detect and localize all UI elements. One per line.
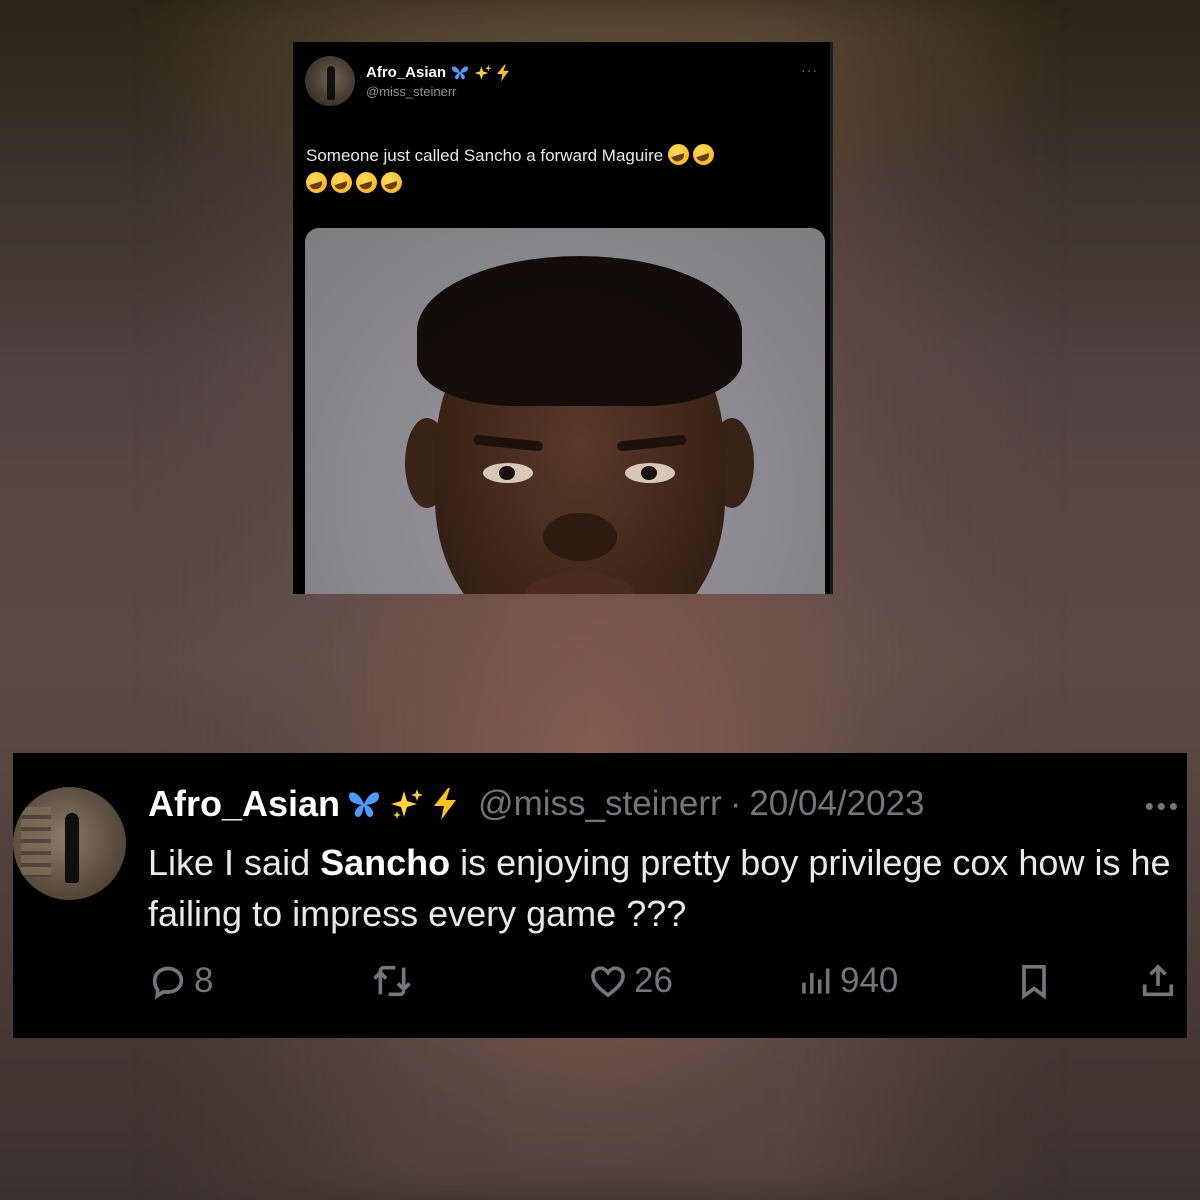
- heart-icon: [591, 966, 625, 998]
- like-button[interactable]: 26: [588, 961, 673, 1001]
- share-icon: [1142, 964, 1174, 997]
- rolling-laughing-face-icon: [356, 172, 377, 193]
- butterfly-icon: [452, 66, 469, 80]
- author-handle[interactable]: @miss_steinerr: [478, 784, 722, 824]
- author-badges: [346, 787, 458, 821]
- tweet-text: Like I said Sancho is enjoying pretty bo…: [148, 837, 1178, 939]
- bookmark-icon: [1022, 965, 1046, 1000]
- tweet-text-body: Someone just called Sancho a forward Mag…: [306, 146, 664, 165]
- repost-button[interactable]: [370, 961, 420, 1001]
- tweet-text-bold: Sancho: [320, 842, 451, 883]
- rolling-laughing-face-icon: [381, 172, 402, 193]
- author-name[interactable]: Afro_Asian: [148, 783, 340, 825]
- author-handle[interactable]: @miss_steinerr: [366, 84, 510, 99]
- tweet-text: Someone just called Sancho a forward Mag…: [306, 142, 806, 198]
- reply-count: 8: [194, 961, 214, 1000]
- rolling-laughing-face-icon: [331, 172, 352, 193]
- bottom-tweet-card[interactable]: Afro_Asian @miss_steinerr · 20/04/2023 •…: [13, 753, 1187, 1038]
- photo-vignette: [305, 228, 825, 594]
- views-button[interactable]: 940: [796, 961, 898, 1001]
- emoji-group-line2: [306, 172, 406, 193]
- bolt-icon: [497, 64, 509, 81]
- tweet-photo[interactable]: [305, 228, 825, 594]
- rolling-laughing-face-icon: [306, 172, 327, 193]
- views-chart-icon: [802, 968, 830, 994]
- reply-icon: [152, 966, 184, 1000]
- like-count: 26: [634, 961, 673, 1000]
- sparkles-icon: [474, 64, 492, 80]
- butterfly-icon: [348, 792, 380, 817]
- sparkles-icon: [391, 789, 424, 819]
- bolt-icon: [434, 788, 457, 820]
- avatar[interactable]: [13, 787, 126, 900]
- rolling-laughing-face-icon: [667, 144, 689, 165]
- repost-icon: [373, 965, 411, 997]
- top-tweet-card[interactable]: Afro_Asian @miss_steinerr ··· Someone ju…: [293, 42, 833, 594]
- tweet-header: Afro_Asian @miss_steinerr · 20/04/2023: [148, 783, 925, 825]
- more-options-icon[interactable]: ···: [801, 62, 818, 78]
- emoji-group-line1: [667, 144, 718, 165]
- tweet-actions-bar: 8 26 940: [148, 961, 1178, 1011]
- author-name-row[interactable]: Afro_Asian: [366, 64, 510, 82]
- author-name[interactable]: Afro_Asian: [366, 64, 446, 81]
- meta-separator: ·: [729, 784, 742, 823]
- top-tweet-header: Afro_Asian @miss_steinerr: [305, 56, 510, 106]
- share-button[interactable]: [1138, 961, 1178, 1001]
- view-count: 940: [840, 961, 899, 1000]
- tweet-text-lead: Like I said: [148, 842, 321, 883]
- tweet-date[interactable]: 20/04/2023: [749, 784, 924, 824]
- more-options-icon[interactable]: •••: [1145, 791, 1181, 822]
- reply-button[interactable]: 8: [148, 961, 213, 1001]
- bookmark-button[interactable]: [1014, 961, 1054, 1001]
- avatar[interactable]: [305, 56, 355, 106]
- rolling-laughing-face-icon: [692, 144, 714, 165]
